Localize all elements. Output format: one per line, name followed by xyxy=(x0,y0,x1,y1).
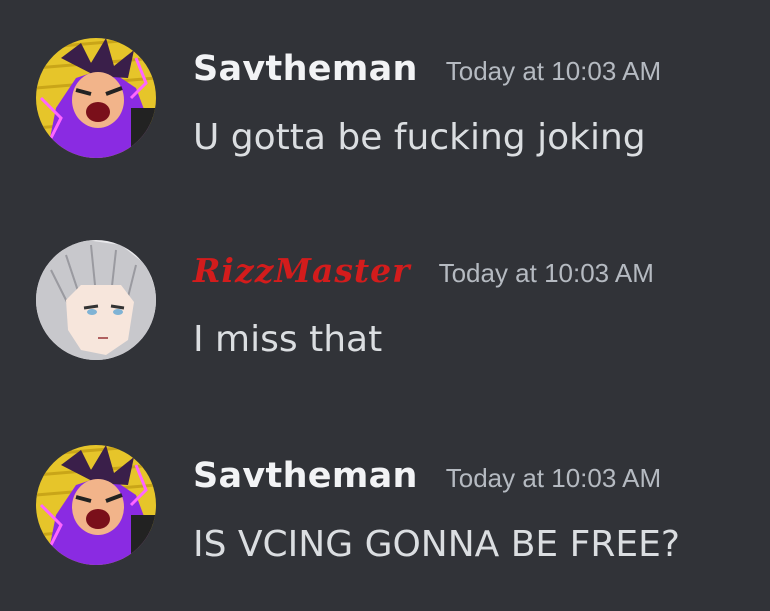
anime-character-avatar-icon xyxy=(36,38,156,158)
message-item: Savtheman Today at 10:03 AM IS VCING GON… xyxy=(0,442,770,602)
timestamp: Today at 10:03 AM xyxy=(445,56,662,86)
message-item: RizzMaster Today at 10:03 AM I miss that xyxy=(0,237,770,397)
timestamp: Today at 10:03 AM xyxy=(438,258,654,288)
user-avatar[interactable] xyxy=(36,445,156,565)
username[interactable]: RizzMaster xyxy=(193,251,411,290)
user-avatar[interactable] xyxy=(36,38,156,158)
anime-character-avatar-icon xyxy=(36,240,156,360)
message-content: IS VCING GONNA BE FREE? xyxy=(193,524,680,565)
message-list: Savtheman Today at 10:03 AM U gotta be f… xyxy=(0,0,770,611)
message-content: U gotta be fucking joking xyxy=(193,117,646,158)
user-avatar[interactable] xyxy=(36,240,156,360)
username[interactable]: Savtheman xyxy=(193,49,418,89)
message-item: Savtheman Today at 10:03 AM U gotta be f… xyxy=(0,35,770,195)
anime-character-avatar-icon xyxy=(36,445,156,565)
message-content: I miss that xyxy=(193,319,383,360)
message-header: Savtheman Today at 10:03 AM xyxy=(193,456,661,496)
username[interactable]: Savtheman xyxy=(193,456,418,496)
timestamp: Today at 10:03 AM xyxy=(445,463,662,493)
message-header: RizzMaster Today at 10:03 AM xyxy=(193,251,654,290)
message-header: Savtheman Today at 10:03 AM xyxy=(193,49,661,89)
